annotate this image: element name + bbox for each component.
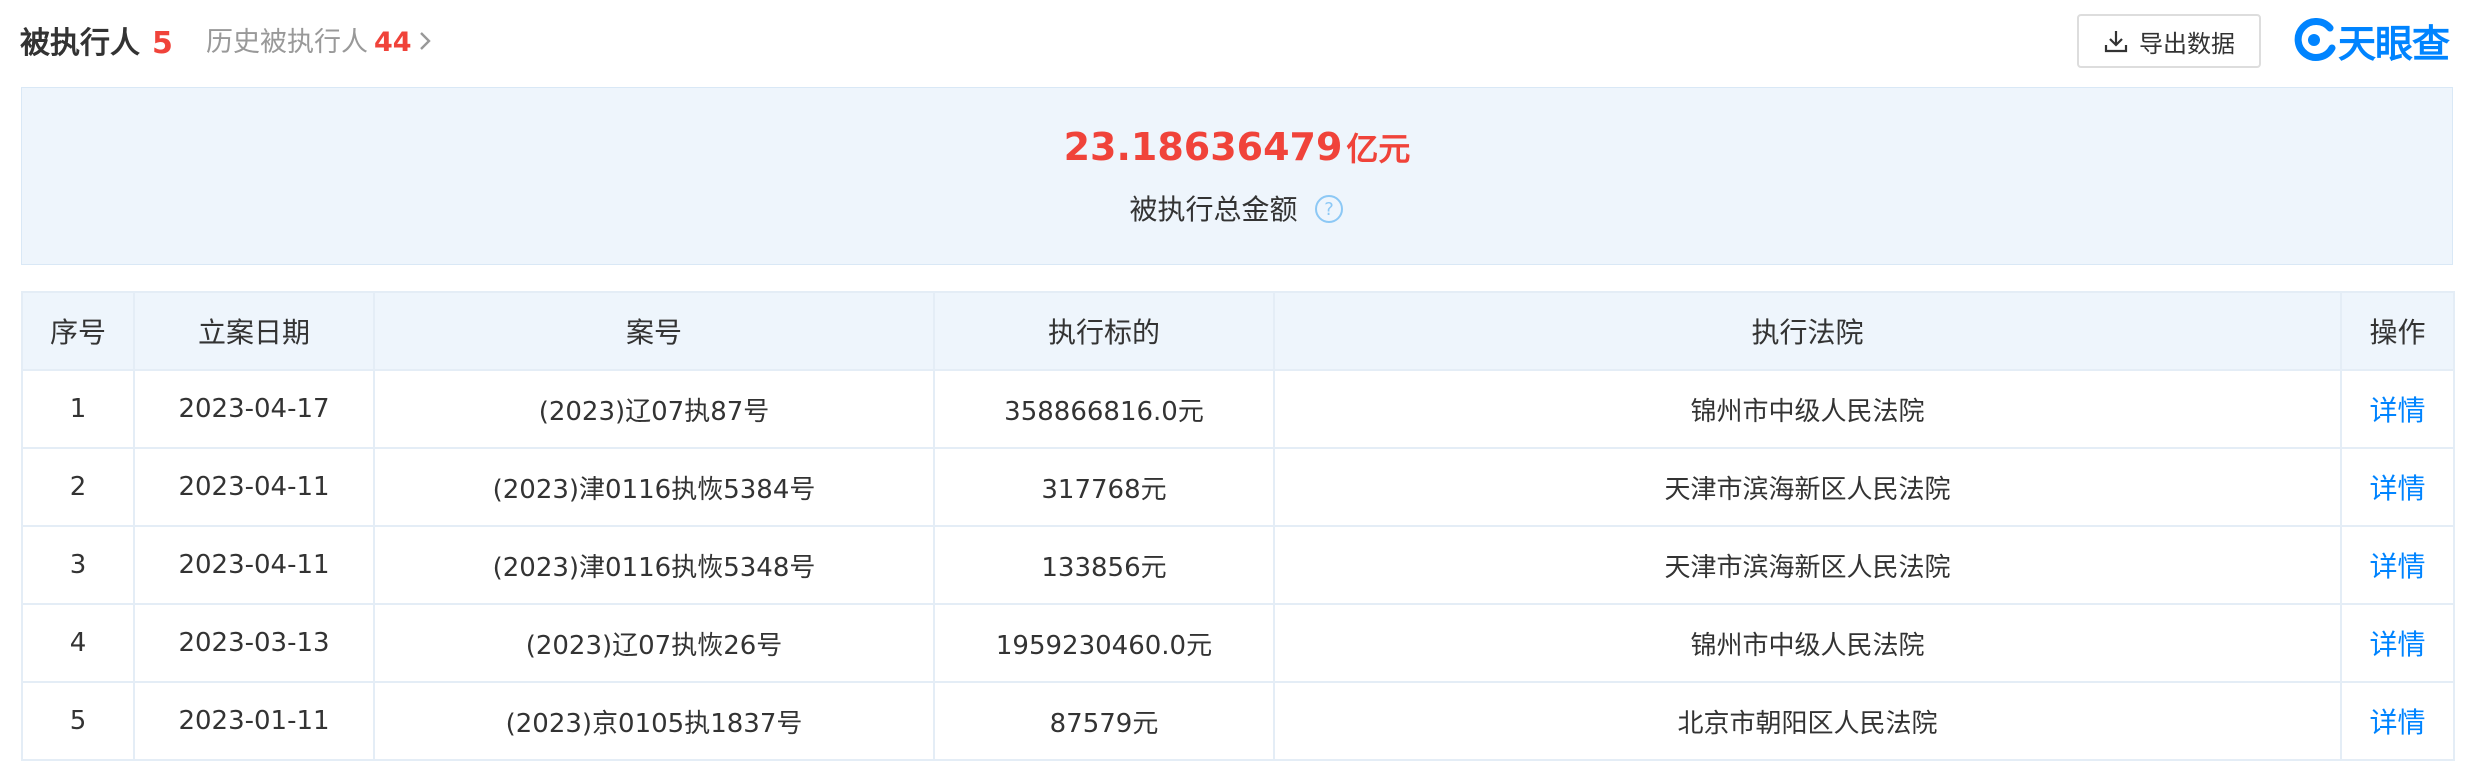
cell-court: 锦州市中级人民法院 <box>1273 369 2342 449</box>
total-amount: 23.18636479 亿元 <box>22 124 2452 170</box>
total-amount-label-row: 被执行总金额 ? <box>22 188 2452 231</box>
download-icon <box>2104 31 2128 53</box>
cell-case-number: (2023)辽07执87号 <box>373 369 935 449</box>
cell-action: 详情 <box>2340 525 2455 605</box>
total-amount-label: 被执行总金额 <box>1129 193 1298 226</box>
tab-executed[interactable]: 被执行人 5 <box>20 18 173 62</box>
header-case-number: 案号 <box>373 291 935 371</box>
cell-index: 3 <box>21 525 135 605</box>
cell-filing-date: 2023-01-11 <box>133 681 375 761</box>
cell-action: 详情 <box>2340 447 2455 527</box>
cell-index: 4 <box>21 603 135 683</box>
tab-history-label: 历史被执行人 <box>206 27 368 58</box>
cell-index: 5 <box>21 681 135 761</box>
cell-filing-date: 2023-04-17 <box>133 369 375 449</box>
svg-text:?: ? <box>1325 199 1335 220</box>
cell-court: 北京市朝阳区人民法院 <box>1273 681 2342 761</box>
export-data-label: 导出数据 <box>2139 29 2235 58</box>
tab-history[interactable]: 历史被执行人 44 <box>206 20 432 59</box>
question-circle-icon[interactable]: ? <box>1314 194 1344 231</box>
total-amount-panel: 23.18636479 亿元 被执行总金额 ? <box>21 87 2453 265</box>
logo-text: 天眼查 <box>2338 21 2450 66</box>
cell-index: 2 <box>21 447 135 527</box>
cell-case-number: (2023)辽07执恢26号 <box>373 603 935 683</box>
cell-case-number: (2023)津0116执恢5384号 <box>373 447 935 527</box>
total-amount-value: 23.18636479 <box>1063 125 1343 169</box>
table-row: 1 2023-04-17 (2023)辽07执87号 358866816.0元 … <box>21 369 2455 449</box>
table-row: 2 2023-04-11 (2023)津0116执恢5384号 317768元 … <box>21 447 2455 527</box>
cell-court: 天津市滨海新区人民法院 <box>1273 525 2342 605</box>
cell-index: 1 <box>21 369 135 449</box>
table-row: 3 2023-04-11 (2023)津0116执恢5348号 133856元 … <box>21 525 2455 605</box>
cell-execution-amount: 317768元 <box>933 447 1275 527</box>
chevron-right-icon <box>418 28 432 59</box>
header-action: 操作 <box>2340 291 2455 371</box>
table-header-row: 序号 立案日期 案号 执行标的 执行法院 操作 <box>21 291 2455 371</box>
tab-history-count: 44 <box>374 27 412 58</box>
cell-filing-date: 2023-04-11 <box>133 525 375 605</box>
cell-case-number: (2023)津0116执恢5348号 <box>373 525 935 605</box>
cell-execution-amount: 358866816.0元 <box>933 369 1275 449</box>
table-row: 5 2023-01-11 (2023)京0105执1837号 87579元 北京… <box>21 681 2455 761</box>
cell-court: 天津市滨海新区人民法院 <box>1273 447 2342 527</box>
tab-executed-label: 被执行人 <box>20 26 140 61</box>
cell-execution-amount: 133856元 <box>933 525 1275 605</box>
header-court: 执行法院 <box>1273 291 2342 371</box>
header-index: 序号 <box>21 291 135 371</box>
header-execution-amount: 执行标的 <box>933 291 1275 371</box>
export-data-button[interactable]: 导出数据 <box>2077 14 2261 68</box>
detail-link[interactable]: 详情 <box>2369 706 2425 739</box>
cell-execution-amount: 87579元 <box>933 681 1275 761</box>
header-filing-date: 立案日期 <box>133 291 375 371</box>
cell-case-number: (2023)京0105执1837号 <box>373 681 935 761</box>
table-row: 4 2023-03-13 (2023)辽07执恢26号 1959230460.0… <box>21 603 2455 683</box>
detail-link[interactable]: 详情 <box>2369 550 2425 583</box>
top-bar: 被执行人 5 历史被执行人 44 导出数据 天眼查 <box>0 0 2472 80</box>
cell-action: 详情 <box>2340 681 2455 761</box>
cell-action: 详情 <box>2340 603 2455 683</box>
cell-action: 详情 <box>2340 369 2455 449</box>
detail-link[interactable]: 详情 <box>2369 628 2425 661</box>
cell-filing-date: 2023-03-13 <box>133 603 375 683</box>
detail-link[interactable]: 详情 <box>2369 394 2425 427</box>
cell-filing-date: 2023-04-11 <box>133 447 375 527</box>
tab-executed-count: 5 <box>152 26 173 61</box>
tianyancha-logo: 天眼查 <box>2292 14 2450 66</box>
cell-court: 锦州市中级人民法院 <box>1273 603 2342 683</box>
executed-cases-table: 序号 立案日期 案号 执行标的 执行法院 操作 1 2023-04-17 (20… <box>21 291 2455 761</box>
cell-execution-amount: 1959230460.0元 <box>933 603 1275 683</box>
detail-link[interactable]: 详情 <box>2369 472 2425 505</box>
tianyancha-logo-icon <box>2294 18 2336 61</box>
total-amount-unit: 亿元 <box>1346 130 1411 168</box>
